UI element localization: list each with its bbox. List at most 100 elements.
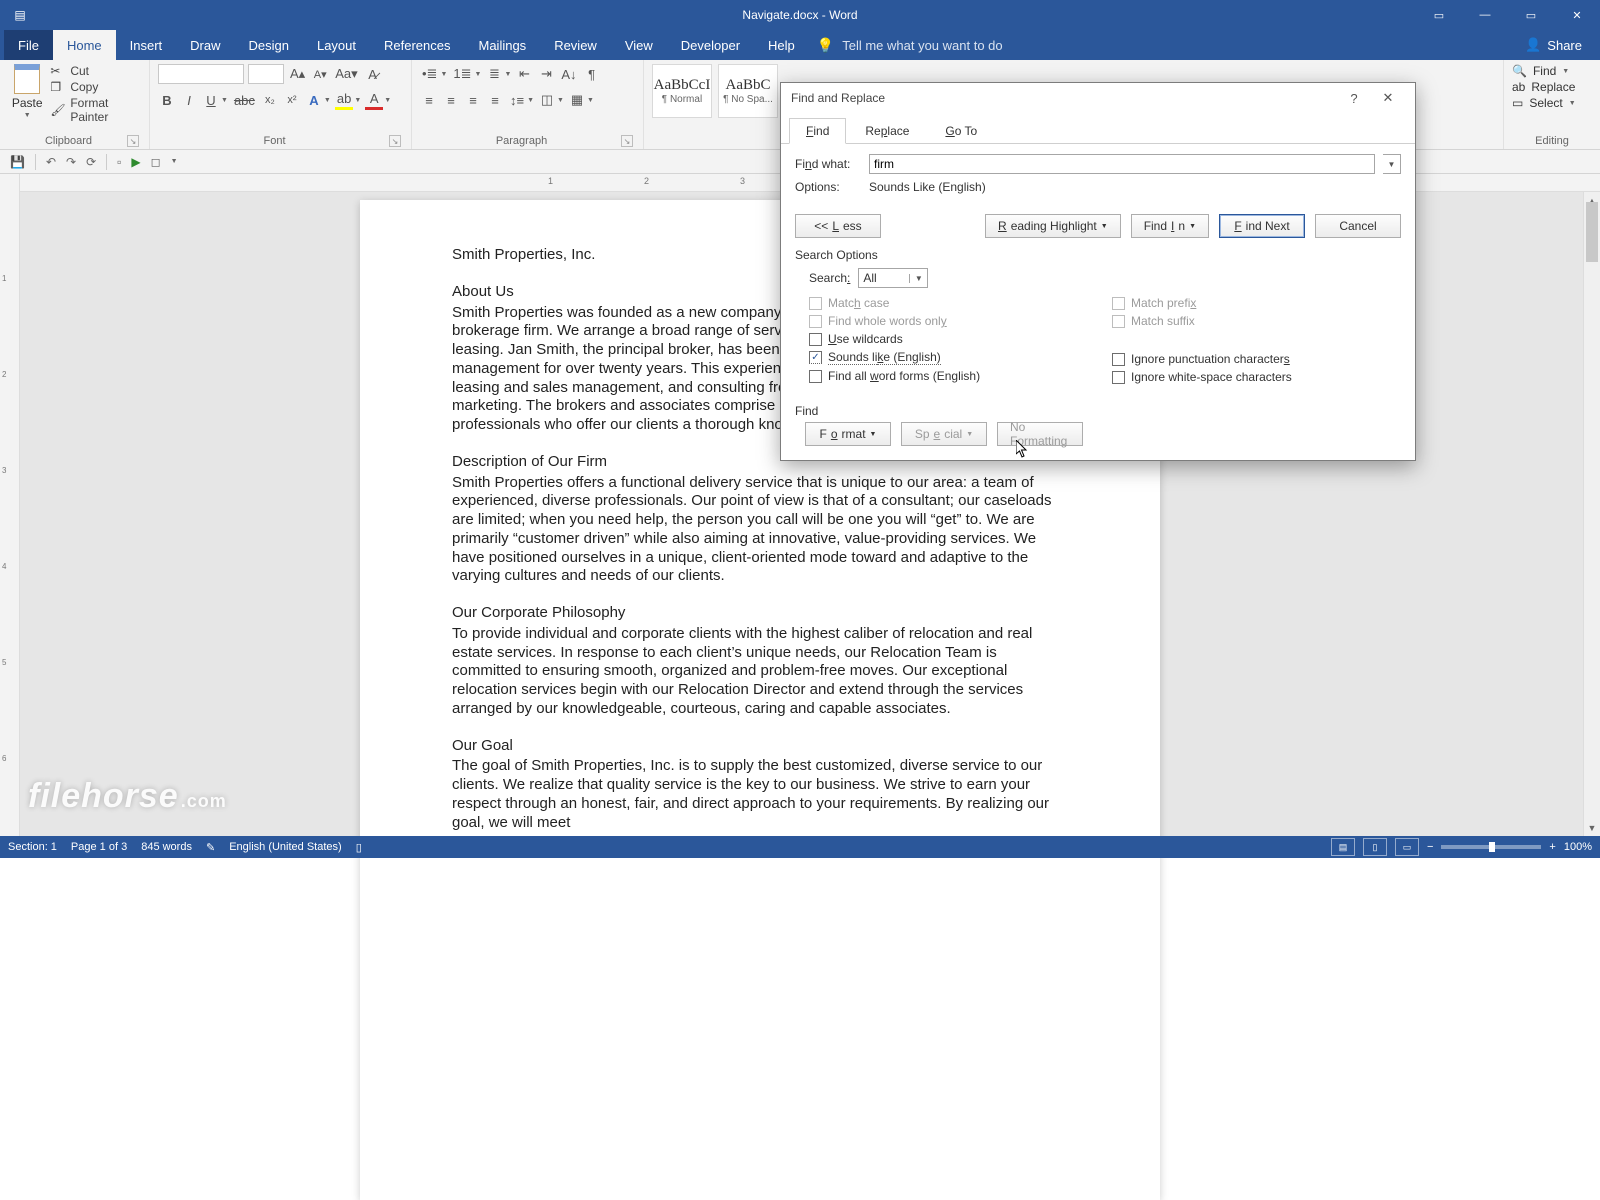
decrease-indent-button[interactable]: ⇤	[515, 64, 533, 84]
tab-review[interactable]: Review	[540, 30, 611, 60]
underline-button[interactable]: U▼	[202, 90, 228, 110]
dialog-tab-goto[interactable]: Go To	[928, 118, 994, 144]
change-case-button[interactable]: Aa▾	[333, 64, 359, 84]
superscript-button[interactable]: x²	[283, 90, 301, 110]
line-spacing-button[interactable]: ↕≡▼	[508, 90, 534, 110]
borders-button[interactable]: ▦▼	[568, 90, 594, 110]
sounds-like-checkbox[interactable]: ✓Sounds like (English)	[809, 350, 1098, 365]
font-launcher[interactable]: ↘	[389, 135, 401, 147]
qat-stop-icon[interactable]: ◻	[151, 155, 161, 169]
tab-mailings[interactable]: Mailings	[465, 30, 541, 60]
status-words[interactable]: 845 words	[141, 841, 192, 853]
copy-button[interactable]: ❐Copy	[50, 80, 141, 94]
format-painter-button[interactable]: 🖌Format Painter	[50, 96, 141, 124]
clear-formatting-button[interactable]: A̷	[364, 64, 382, 84]
reading-highlight-button[interactable]: Reading Highlight▼	[985, 214, 1121, 238]
font-color-button[interactable]: A▼	[365, 90, 391, 110]
style-no-spacing[interactable]: AaBbC ¶ No Spa...	[718, 64, 778, 118]
zoom-level[interactable]: 100%	[1564, 841, 1592, 853]
bold-button[interactable]: B	[158, 90, 176, 110]
status-spellcheck-icon[interactable]: ✎	[206, 841, 215, 854]
zoom-slider[interactable]	[1441, 845, 1541, 849]
status-page[interactable]: Page 1 of 3	[71, 841, 127, 853]
view-web-layout[interactable]: ▭	[1395, 838, 1419, 856]
justify-button[interactable]: ≡	[486, 90, 504, 110]
font-name-combo[interactable]	[158, 64, 244, 84]
find-button[interactable]: 🔍Find ▼	[1512, 64, 1592, 78]
view-read-mode[interactable]: ▤	[1331, 838, 1355, 856]
special-button[interactable]: Special▼	[901, 422, 987, 446]
tab-home[interactable]: Home	[53, 30, 116, 60]
shrink-font-button[interactable]: A▾	[311, 64, 329, 84]
multilevel-list-button[interactable]: ≣▼	[485, 64, 511, 84]
close-window-button[interactable]: ✕	[1554, 0, 1600, 30]
increase-indent-button[interactable]: ⇥	[537, 64, 555, 84]
share-button[interactable]: 👤 Share	[1511, 30, 1596, 60]
qat-save-icon[interactable]: 💾	[10, 155, 25, 169]
qat-undo-icon[interactable]: ↶	[46, 155, 56, 169]
paragraph-launcher[interactable]: ↘	[621, 135, 633, 147]
dialog-tab-replace[interactable]: Replace	[848, 118, 926, 144]
find-what-input[interactable]	[869, 154, 1375, 174]
vertical-ruler[interactable]: 1 2 3 4 5 6	[0, 174, 20, 836]
tab-layout[interactable]: Layout	[303, 30, 370, 60]
grow-font-button[interactable]: A▴	[288, 64, 307, 84]
cut-button[interactable]: ✂Cut	[50, 64, 141, 78]
scroll-thumb[interactable]	[1586, 202, 1598, 262]
tab-references[interactable]: References	[370, 30, 464, 60]
status-section[interactable]: Section: 1	[8, 841, 57, 853]
show-marks-button[interactable]: ¶	[583, 64, 601, 84]
tab-developer[interactable]: Developer	[667, 30, 754, 60]
dialog-close-button[interactable]: ✕	[1371, 83, 1405, 113]
zoom-in-button[interactable]: +	[1549, 841, 1555, 853]
font-size-combo[interactable]	[248, 64, 284, 84]
status-macro-icon[interactable]: ▯	[356, 841, 362, 854]
style-normal[interactable]: AaBbCcI ¶ Normal	[652, 64, 712, 118]
find-what-dropdown[interactable]: ▼	[1383, 154, 1401, 174]
shading-button[interactable]: ◫▼	[538, 90, 564, 110]
tell-me-search[interactable]: 💡 Tell me what you want to do	[817, 30, 1003, 60]
clipboard-launcher[interactable]: ↘	[127, 135, 139, 147]
ignore-punctuation-checkbox[interactable]: Ignore punctuation characters	[1112, 352, 1401, 366]
use-wildcards-checkbox[interactable]: Use wildcards	[809, 332, 1098, 346]
align-right-button[interactable]: ≡	[464, 90, 482, 110]
cancel-button[interactable]: Cancel	[1315, 214, 1401, 238]
italic-button[interactable]: I	[180, 90, 198, 110]
format-button[interactable]: Format▼	[805, 422, 891, 446]
tab-view[interactable]: View	[611, 30, 667, 60]
align-left-button[interactable]: ≡	[420, 90, 438, 110]
tab-draw[interactable]: Draw	[176, 30, 234, 60]
view-print-layout[interactable]: ▯	[1363, 838, 1387, 856]
dialog-titlebar[interactable]: Find and Replace ? ✕	[781, 83, 1415, 113]
maximize-button[interactable]: ▭	[1508, 0, 1554, 30]
subscript-button[interactable]: x₂	[261, 90, 279, 110]
align-center-button[interactable]: ≡	[442, 90, 460, 110]
bullets-button[interactable]: •≣▼	[420, 64, 447, 84]
highlight-button[interactable]: ab▼	[335, 90, 361, 110]
status-language[interactable]: English (United States)	[229, 841, 342, 853]
ribbon-display-options[interactable]: ▭	[1416, 0, 1462, 30]
dialog-tab-find[interactable]: Find	[789, 118, 846, 144]
qat-redo-icon[interactable]: ↷	[66, 155, 76, 169]
minimize-button[interactable]: —	[1462, 0, 1508, 30]
ignore-whitespace-checkbox[interactable]: Ignore white-space characters	[1112, 370, 1401, 384]
sort-button[interactable]: A↓	[559, 64, 578, 84]
dialog-help-button[interactable]: ?	[1337, 83, 1371, 113]
find-next-button[interactable]: Find Next	[1219, 214, 1305, 238]
qat-play-icon[interactable]: ▶	[131, 155, 140, 169]
qat-refresh-icon[interactable]: ⟳	[86, 155, 96, 169]
numbering-button[interactable]: 1≣▼	[451, 64, 481, 84]
tab-file[interactable]: File	[4, 30, 53, 60]
less-button[interactable]: << Less	[795, 214, 881, 238]
text-effects-button[interactable]: A▼	[305, 90, 331, 110]
tab-design[interactable]: Design	[235, 30, 303, 60]
select-button[interactable]: ▭Select ▼	[1512, 96, 1592, 110]
strikethrough-button[interactable]: abc	[232, 90, 257, 110]
find-in-button[interactable]: Find In▼	[1131, 214, 1209, 238]
scroll-down-arrow[interactable]: ▼	[1584, 819, 1600, 836]
all-word-forms-checkbox[interactable]: Find all word forms (English)	[809, 369, 1098, 383]
search-direction-select[interactable]: All ▼	[858, 268, 928, 288]
zoom-out-button[interactable]: −	[1427, 841, 1433, 853]
qat-new-icon[interactable]: ▫	[117, 155, 121, 169]
vertical-scrollbar[interactable]: ▲ ▼	[1583, 192, 1600, 836]
